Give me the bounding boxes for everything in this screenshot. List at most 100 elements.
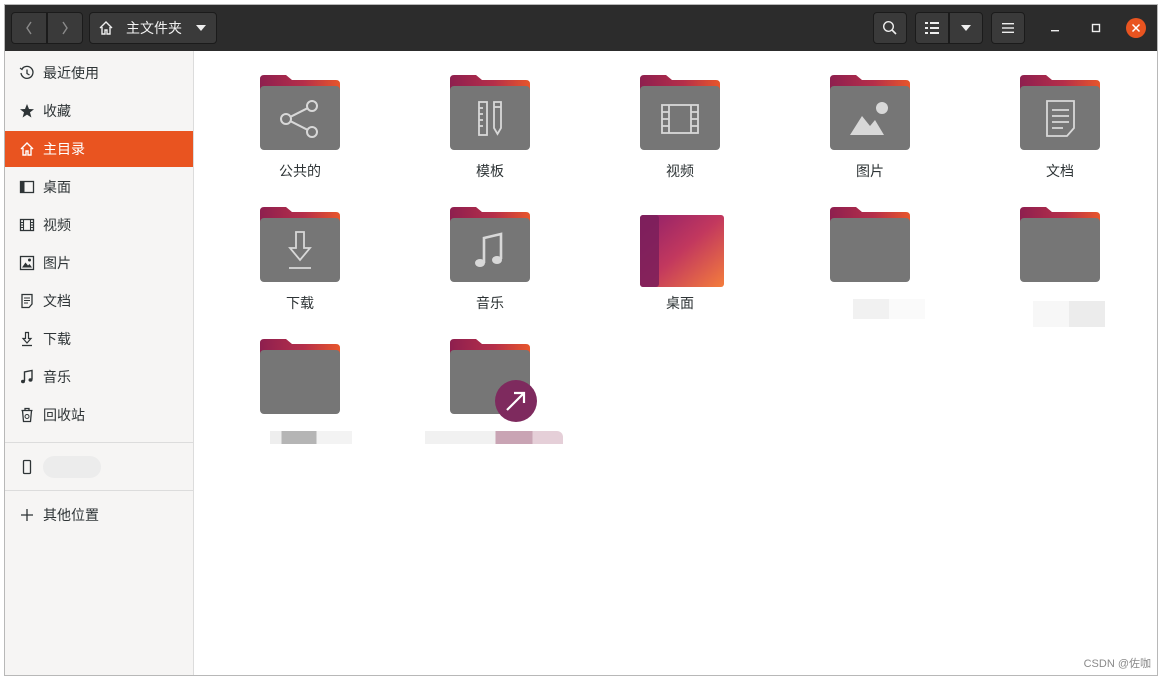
search-icon bbox=[882, 20, 897, 35]
sidebar-item-label: 其他位置 bbox=[43, 508, 99, 524]
main-menu-button[interactable] bbox=[991, 12, 1025, 44]
sidebar-item-videos[interactable]: 视频 bbox=[5, 207, 193, 243]
folder-icon bbox=[450, 207, 530, 282]
sidebar-item-trash[interactable]: 回收站 bbox=[5, 397, 193, 433]
sidebar-separator bbox=[5, 490, 193, 491]
folder-music[interactable]: 音乐 bbox=[435, 205, 545, 313]
close-icon bbox=[1131, 23, 1141, 33]
redacted-device-name bbox=[43, 456, 101, 478]
sidebar-item-other-locations[interactable]: 其他位置 bbox=[5, 497, 193, 533]
search-button[interactable] bbox=[873, 12, 907, 44]
folder-icon bbox=[260, 207, 340, 282]
sidebar-item-label: 视频 bbox=[43, 218, 71, 234]
document-icon bbox=[19, 293, 35, 309]
plus-icon bbox=[19, 507, 35, 523]
phone-icon bbox=[19, 459, 35, 475]
sidebar-item-label: 图片 bbox=[43, 256, 71, 272]
caret-down-icon bbox=[196, 25, 206, 31]
file-name: 下载 bbox=[286, 296, 314, 312]
sidebar-item-music[interactable]: 音乐 bbox=[5, 359, 193, 395]
path-label: 主文件夹 bbox=[126, 21, 182, 37]
desktop-folder-icon bbox=[640, 215, 724, 287]
redacted-file-name bbox=[270, 431, 352, 444]
file-name: 视频 bbox=[666, 164, 694, 180]
folder-desktop[interactable]: 桌面 bbox=[625, 205, 735, 313]
folder-link-redacted[interactable] bbox=[435, 337, 545, 423]
music-icon bbox=[19, 369, 35, 385]
star-icon bbox=[19, 103, 35, 119]
sidebar-item-pictures[interactable]: 图片 bbox=[5, 245, 193, 281]
maximize-icon bbox=[1091, 23, 1101, 33]
film-icon bbox=[19, 217, 35, 233]
sidebar-item-label: 音乐 bbox=[43, 370, 71, 386]
file-name: 桌面 bbox=[666, 296, 694, 312]
symlink-arrow-icon bbox=[495, 380, 537, 422]
folder-redacted-2[interactable] bbox=[1005, 205, 1115, 287]
clock-icon bbox=[19, 65, 35, 81]
sidebar-item-desktop[interactable]: 桌面 bbox=[5, 169, 193, 205]
sidebar-item-label: 收藏 bbox=[43, 104, 71, 120]
folder-icon bbox=[640, 75, 720, 150]
image-icon bbox=[19, 255, 35, 271]
sidebar-item-label: 文档 bbox=[43, 294, 71, 310]
trash-icon bbox=[19, 407, 35, 423]
file-grid-view: 公共的 模板 视频 图片 文档 下载 音乐 桌面 CSDN @佐咖 bbox=[194, 51, 1157, 675]
view-options-button[interactable] bbox=[949, 12, 983, 44]
folder-templates[interactable]: 模板 bbox=[435, 73, 545, 181]
folder-downloads[interactable]: 下载 bbox=[245, 205, 355, 313]
home-icon bbox=[19, 141, 35, 157]
home-icon bbox=[99, 21, 113, 35]
forward-button[interactable] bbox=[47, 12, 83, 44]
folder-icon bbox=[1020, 207, 1100, 282]
desktop-icon bbox=[19, 179, 35, 195]
redacted-file-name bbox=[853, 299, 925, 319]
chevron-right-icon bbox=[62, 21, 68, 35]
folder-icon bbox=[450, 75, 530, 150]
sidebar-item-recent[interactable]: 最近使用 bbox=[5, 55, 193, 91]
folder-documents[interactable]: 文档 bbox=[1005, 73, 1115, 181]
file-name: 模板 bbox=[476, 164, 504, 180]
sidebar-item-documents[interactable]: 文档 bbox=[5, 283, 193, 319]
sidebar-item-downloads[interactable]: 下载 bbox=[5, 321, 193, 357]
folder-pictures[interactable]: 图片 bbox=[815, 73, 925, 181]
folder-icon bbox=[260, 75, 340, 150]
file-name: 文档 bbox=[1046, 164, 1074, 180]
redacted-file-name bbox=[1033, 301, 1105, 327]
folder-redacted-3[interactable] bbox=[245, 337, 355, 419]
back-button[interactable] bbox=[11, 12, 47, 44]
sidebar-item-label: 桌面 bbox=[43, 180, 71, 196]
close-button[interactable] bbox=[1126, 18, 1146, 38]
list-view-button[interactable] bbox=[915, 12, 949, 44]
folder-icon bbox=[260, 339, 340, 414]
minimize-icon bbox=[1051, 30, 1059, 32]
file-name: 图片 bbox=[856, 164, 884, 180]
maximize-button[interactable] bbox=[1086, 18, 1106, 38]
sidebar-separator bbox=[5, 442, 193, 443]
sidebar-item-label: 最近使用 bbox=[43, 66, 99, 82]
redacted-file-name bbox=[425, 431, 563, 444]
sidebar-item-starred[interactable]: 收藏 bbox=[5, 93, 193, 129]
chevron-left-icon bbox=[26, 21, 32, 35]
download-icon bbox=[19, 331, 35, 347]
list-view-icon bbox=[925, 22, 939, 34]
folder-icon bbox=[450, 339, 537, 422]
hamburger-menu-icon bbox=[1002, 23, 1014, 33]
path-bar-home-button[interactable]: 主文件夹 bbox=[89, 12, 217, 44]
caret-down-icon bbox=[961, 25, 971, 31]
file-manager-window: 主文件夹 最近使用 收藏 主目录 桌面 视频 图片 文档 下载 音乐 回收站 其… bbox=[4, 4, 1158, 676]
folder-redacted-1[interactable] bbox=[815, 205, 925, 287]
sidebar-item-home[interactable]: 主目录 bbox=[5, 131, 193, 167]
sidebar-item-label: 回收站 bbox=[43, 408, 85, 424]
sidebar-item-label: 主目录 bbox=[43, 142, 85, 158]
watermark-text: CSDN @佐咖 bbox=[1083, 658, 1151, 670]
minimize-button[interactable] bbox=[1045, 18, 1065, 38]
header-bar: 主文件夹 bbox=[5, 5, 1157, 51]
folder-icon bbox=[1020, 75, 1100, 150]
file-name: 音乐 bbox=[476, 296, 504, 312]
places-sidebar: 最近使用 收藏 主目录 桌面 视频 图片 文档 下载 音乐 回收站 其他位置 bbox=[5, 51, 194, 675]
folder-public[interactable]: 公共的 bbox=[245, 73, 355, 181]
folder-icon bbox=[830, 207, 910, 282]
folder-videos[interactable]: 视频 bbox=[625, 73, 735, 181]
sidebar-item-device[interactable] bbox=[5, 449, 193, 485]
sidebar-item-label: 下载 bbox=[43, 332, 71, 348]
